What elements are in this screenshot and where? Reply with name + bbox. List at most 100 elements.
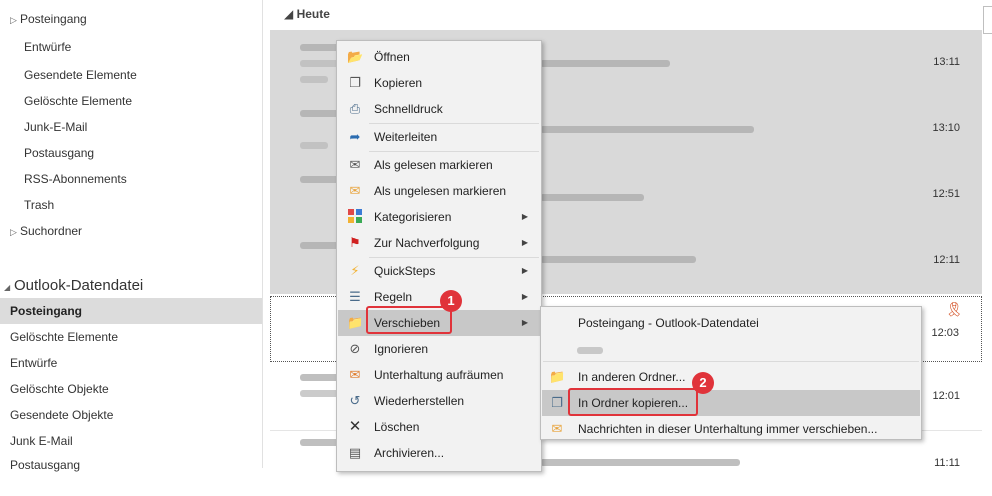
folder-entwuerfe[interactable]: Entwürfe bbox=[0, 34, 262, 60]
folder-label: Suchordner bbox=[20, 224, 83, 238]
message-time: 12:11 bbox=[933, 254, 960, 266]
blurred-preview bbox=[540, 256, 696, 263]
move-submenu: Posteingang - Outlook-Datendatei 📁 In and… bbox=[540, 306, 922, 440]
folder-trash[interactable]: Trash bbox=[0, 192, 262, 218]
folder-label: Posteingang bbox=[20, 12, 87, 26]
delete-icon: ✕ bbox=[348, 418, 362, 435]
menu-item-schnelldruck[interactable]: ⎙ Schnelldruck bbox=[338, 96, 540, 122]
menu-item-label: Weiterleiten bbox=[374, 130, 438, 144]
folder-rss-abonnements[interactable]: RSS-Abonnements bbox=[0, 166, 262, 192]
message-time: 12:51 bbox=[932, 188, 960, 200]
copy-icon: ❐ bbox=[349, 75, 361, 90]
menu-item-label: Nachrichten in dieser Unterhaltung immer… bbox=[578, 422, 878, 436]
datafile-folder-entwuerfe[interactable]: Entwürfe bbox=[0, 350, 262, 376]
menu-item-label: Kopieren bbox=[374, 76, 423, 90]
callout-highlight-verschieben bbox=[366, 306, 452, 334]
datafile-folder-posteingang[interactable]: Posteingang bbox=[0, 298, 262, 324]
menu-item-quicksteps[interactable]: ⚡ QuickSteps ▶ bbox=[338, 258, 540, 284]
submenu-arrow-icon: ▶ bbox=[521, 292, 528, 301]
menu-item-label: QuickSteps bbox=[374, 264, 436, 278]
folder-label: Postausgang bbox=[10, 458, 81, 472]
expand-icon[interactable]: ▷ bbox=[10, 7, 20, 33]
expand-icon[interactable]: ▷ bbox=[10, 219, 20, 245]
folder-label: RSS-Abonnements bbox=[24, 172, 127, 186]
folder-label: Posteingang bbox=[10, 304, 83, 318]
blurred-preview bbox=[540, 60, 670, 67]
ignore-icon: ⊘ bbox=[349, 341, 361, 356]
blurred-subject bbox=[300, 390, 340, 397]
menu-item-als-ungelesen[interactable]: ✉ Als ungelesen markieren bbox=[338, 178, 540, 204]
folder-junk-e-mail[interactable]: Junk-E-Mail bbox=[0, 114, 262, 140]
callout-badge-2: 2 bbox=[692, 372, 714, 394]
folder-suchordner[interactable]: ▷ Suchordner bbox=[0, 218, 262, 244]
datafile-folder-postausgang[interactable]: Postausgang bbox=[0, 452, 262, 478]
menu-item-label: Schnelldruck bbox=[374, 102, 443, 116]
envelope-open-icon: ✉ bbox=[349, 157, 361, 172]
menu-item-wiederherstellen[interactable]: ↺ Wiederherstellen bbox=[338, 388, 540, 414]
context-menu: 📂 Öffnen ❐ Kopieren ⎙ Schnelldruck ➦ Weiterl… bbox=[336, 40, 542, 472]
folder-label: Trash bbox=[24, 198, 55, 212]
blurred-preview bbox=[540, 126, 754, 133]
menu-item-weiterleiten[interactable]: ➦ Weiterleiten bbox=[338, 124, 540, 150]
scrollbar[interactable] bbox=[983, 6, 992, 34]
menu-item-label: Regeln bbox=[374, 290, 413, 304]
submenu-item-in-anderen-ordner[interactable]: 📁 In anderen Ordner... bbox=[542, 364, 920, 390]
folder-label: Junk E-Mail bbox=[10, 434, 73, 448]
menu-item-kopieren[interactable]: ❐ Kopieren bbox=[338, 70, 540, 96]
menu-item-oeffnen[interactable]: 📂 Öffnen bbox=[338, 44, 540, 70]
submenu-arrow-icon: ▶ bbox=[521, 318, 528, 327]
message-time: 12:01 bbox=[932, 390, 960, 402]
submenu-arrow-icon: ▶ bbox=[521, 266, 528, 275]
menu-item-zur-nachverfolgung[interactable]: ⚑ Zur Nachverfolgung ▶ bbox=[338, 230, 540, 256]
folder-gesendete-elemente[interactable]: Gesendete Elemente bbox=[0, 62, 262, 88]
datafile-folder-geloeschte-objekte[interactable]: Gelöschte Objekte bbox=[0, 376, 262, 402]
menu-item-label: Zur Nachverfolgung bbox=[374, 236, 480, 250]
folder-label: Gelöschte Elemente bbox=[24, 94, 133, 108]
datafile-folder-geloeschte-elemente[interactable]: Gelöschte Elemente bbox=[0, 324, 262, 350]
folder-geloeschte-elemente[interactable]: Gelöschte Elemente bbox=[0, 88, 262, 114]
menu-item-label: Löschen bbox=[374, 420, 420, 434]
move-icon: 📁 bbox=[347, 315, 364, 330]
callout-highlight-in-ordner-kopieren bbox=[568, 388, 698, 416]
menu-item-label: Öffnen bbox=[374, 50, 410, 64]
menu-item-label: In anderen Ordner... bbox=[578, 370, 686, 384]
datafile-folder-gesendete-objekte[interactable]: Gesendete Objekte bbox=[0, 402, 262, 428]
folder-posteingang[interactable]: ▷ Posteingang bbox=[0, 6, 262, 32]
submenu-item-immer-verschieben[interactable]: ✉ Nachrichten in dieser Unterhaltung imme… bbox=[542, 416, 920, 442]
menu-item-unterhaltung-aufraeumen[interactable]: ✉ Unterhaltung aufräumen bbox=[338, 362, 540, 388]
menu-item-label: Archivieren... bbox=[374, 446, 445, 460]
blurred-preview bbox=[540, 459, 740, 466]
folder-label: Entwürfe bbox=[10, 356, 58, 370]
message-time: 13:10 bbox=[932, 122, 960, 134]
copy-folder-icon: ❐ bbox=[551, 395, 563, 410]
submenu-item-posteingang[interactable]: Posteingang - Outlook-Datendatei bbox=[542, 310, 920, 336]
menu-separator bbox=[543, 361, 919, 362]
folder-postausgang[interactable]: Postausgang bbox=[0, 140, 262, 166]
folder-label: Gelöschte Objekte bbox=[10, 382, 109, 396]
folder-pane: ▷ Posteingang Entwürfe Gesendete Elemente… bbox=[0, 0, 263, 472]
rules-icon: ☰ bbox=[349, 289, 361, 304]
menu-item-loeschen[interactable]: ✕ Löschen bbox=[338, 414, 540, 440]
move-folder-icon: 📁 bbox=[549, 369, 566, 384]
menu-item-label: Unterhaltung aufräumen bbox=[374, 368, 504, 382]
folder-label: Junk-E-Mail bbox=[24, 120, 88, 134]
blurred-preview bbox=[540, 194, 644, 201]
menu-item-ignorieren[interactable]: ⊘ Ignorieren bbox=[338, 336, 540, 362]
message-time: 11:11 bbox=[934, 457, 960, 469]
menu-item-label: Als gelesen markieren bbox=[374, 158, 493, 172]
menu-item-label: Als ungelesen markieren bbox=[374, 184, 507, 198]
message-time: 13:11 bbox=[933, 56, 960, 68]
print-icon: ⎙ bbox=[349, 101, 361, 116]
menu-item-archivieren[interactable]: ▤ Archivieren... bbox=[338, 440, 540, 466]
forward-icon: ➦ bbox=[349, 129, 361, 144]
folder-label: Postausgang bbox=[24, 146, 95, 160]
datafile-folder-junk-e-mail[interactable]: Junk E-Mail bbox=[0, 428, 262, 454]
menu-item-label: Wiederherstellen bbox=[374, 394, 465, 408]
lightning-icon: ⚡ bbox=[350, 263, 360, 278]
always-move-icon: ✉ bbox=[551, 421, 563, 436]
group-header-heute[interactable]: ◢ Heute bbox=[284, 7, 330, 21]
menu-item-als-gelesen[interactable]: ✉ Als gelesen markieren bbox=[338, 152, 540, 178]
cleanup-icon: ✉ bbox=[349, 367, 361, 382]
datafile-header[interactable]: ◢ Outlook-Datendatei bbox=[0, 271, 262, 301]
menu-item-kategorisieren[interactable]: Kategorisieren ▶ bbox=[338, 204, 540, 230]
